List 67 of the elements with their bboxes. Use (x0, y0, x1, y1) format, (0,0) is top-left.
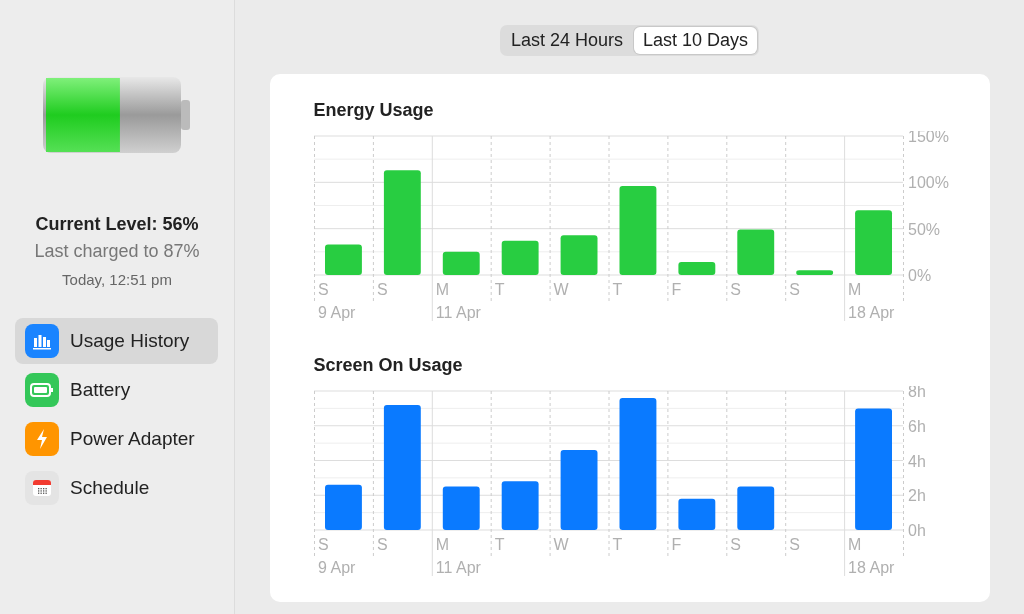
day-label: S (317, 281, 329, 298)
sidebar-item-label: Power Adapter (70, 428, 195, 450)
date-label: 11 Apr (435, 304, 481, 321)
sidebar-item[interactable]: Usage History (15, 318, 218, 364)
day-label: T (612, 536, 622, 553)
day-label: M (847, 536, 861, 553)
calendar-icon (25, 471, 59, 505)
axis-tick-label: 6h (907, 417, 926, 435)
day-label: W (553, 536, 569, 553)
last-charged-text: Last charged to 87% (34, 241, 200, 262)
bar (795, 270, 833, 275)
day-label: T (494, 536, 504, 553)
range-tab[interactable]: Last 10 Days (634, 27, 758, 54)
bar (442, 251, 480, 275)
axis-tick-label: 100% (907, 174, 949, 192)
chart-title: Energy Usage (313, 100, 435, 121)
bar (677, 498, 715, 530)
sidebar-item-label: Schedule (70, 477, 150, 499)
day-label: T (612, 281, 622, 298)
day-label: F (670, 281, 681, 298)
bar (501, 240, 539, 275)
bar (854, 210, 892, 275)
day-label: F (670, 536, 681, 553)
day-label: M (847, 281, 861, 298)
date-label: 9 Apr (317, 304, 355, 321)
date-label: 18 Apr (847, 559, 894, 576)
bar (501, 481, 539, 530)
axis-tick-label: 0% (907, 267, 931, 284)
bar-chart-icon (25, 324, 59, 358)
range-tab[interactable]: Last 24 Hours (501, 27, 632, 54)
bar (560, 235, 597, 275)
day-label: T (494, 281, 504, 298)
axis-tick-label: 4h (907, 452, 926, 470)
axis-tick-label: 50% (907, 220, 940, 238)
day-label: M (435, 281, 449, 298)
battery-icon (25, 373, 59, 407)
date-label: 18 Apr (847, 304, 894, 321)
bar (324, 244, 362, 275)
bar (736, 486, 774, 530)
current-level-text: Current Level: 56% (35, 214, 199, 235)
day-label: S (317, 536, 329, 553)
axis-tick-label: 2h (907, 487, 926, 505)
sidebar-item[interactable]: Battery (15, 367, 218, 413)
day-label: S (729, 536, 741, 553)
sidebar-item[interactable]: Schedule (15, 465, 218, 511)
bar (677, 262, 715, 275)
sidebar-item-label: Battery (70, 379, 131, 401)
chart-title: Screen On Usage (313, 355, 464, 376)
day-label: S (376, 536, 388, 553)
day-label: S (788, 536, 800, 553)
day-label: W (553, 281, 569, 298)
date-label: 11 Apr (435, 559, 481, 576)
axis-tick-label: 150% (907, 131, 949, 145)
day-label: M (435, 536, 449, 553)
axis-tick-label: 0h (907, 522, 926, 539)
bar (736, 229, 774, 275)
lightning-icon (25, 422, 59, 456)
bar (324, 484, 362, 530)
date-label: 9 Apr (317, 559, 355, 576)
day-label: S (376, 281, 388, 298)
sidebar-item-label: Usage History (70, 330, 190, 352)
sidebar-item[interactable]: Power Adapter (15, 416, 218, 462)
day-label: S (788, 281, 800, 298)
charged-time-text: Today, 12:51 pm (62, 271, 172, 288)
axis-tick-label: 8h (907, 386, 926, 400)
bar (442, 486, 480, 530)
day-label: S (729, 281, 741, 298)
